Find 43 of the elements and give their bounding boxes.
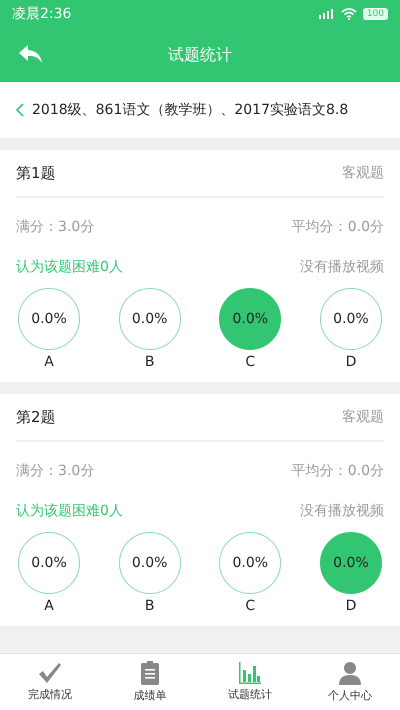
tab-item[interactable]: 试题统计	[200, 654, 300, 710]
tab-item[interactable]: 个人中心	[300, 654, 400, 710]
battery-indicator: 100	[362, 8, 388, 20]
option-label: C	[245, 598, 256, 614]
question-type: 客观题	[342, 164, 384, 182]
bar-chart-icon	[239, 662, 261, 684]
option-percent: 0.0%	[219, 532, 282, 594]
option-label: A	[44, 598, 54, 614]
wifi-icon	[340, 8, 357, 20]
full-score: 满分：3.0分	[16, 218, 94, 236]
signal-icon	[318, 9, 335, 19]
class-breadcrumb: 2018级、861语文（教学班）、2017实验语文8.8	[32, 101, 348, 119]
option-label: C	[245, 354, 256, 370]
option-percent: 0.0%	[320, 532, 382, 594]
average-score: 平均分：0.0分	[292, 218, 384, 236]
clipboard-icon	[141, 661, 159, 685]
tab-item[interactable]: 完成情况	[0, 654, 100, 710]
video-status: 没有播放视频	[300, 258, 384, 276]
header-title: 试题统计	[168, 44, 232, 66]
check-icon	[38, 662, 62, 684]
average-score: 平均分：0.0分	[292, 462, 384, 480]
chevron-left-icon[interactable]	[16, 103, 24, 117]
full-score: 满分：3.0分	[16, 462, 94, 480]
tab-item[interactable]: 成绩单	[100, 654, 200, 710]
option-percent: 0.0%	[118, 532, 181, 594]
question-title: 第1题	[16, 164, 56, 182]
difficulty-count: 认为该题困难0人	[16, 502, 123, 520]
option-label: D	[346, 598, 356, 614]
option-label: D	[346, 354, 356, 370]
option-label: A	[44, 354, 54, 370]
option-percent: 0.0%	[219, 288, 282, 350]
option-label: B	[144, 598, 154, 614]
status-time: 凌晨2:36	[12, 5, 72, 23]
difficulty-count: 认为该题困难0人	[16, 258, 123, 276]
option-percent: 0.0%	[320, 288, 382, 350]
person-icon	[339, 661, 361, 685]
question-title: 第2题	[16, 408, 56, 426]
question-type: 客观题	[342, 408, 384, 426]
option-percent: 0.0%	[18, 532, 80, 594]
video-status: 没有播放视频	[300, 502, 384, 520]
option-percent: 0.0%	[118, 288, 181, 350]
option-percent: 0.0%	[18, 288, 80, 350]
option-label: B	[144, 354, 154, 370]
